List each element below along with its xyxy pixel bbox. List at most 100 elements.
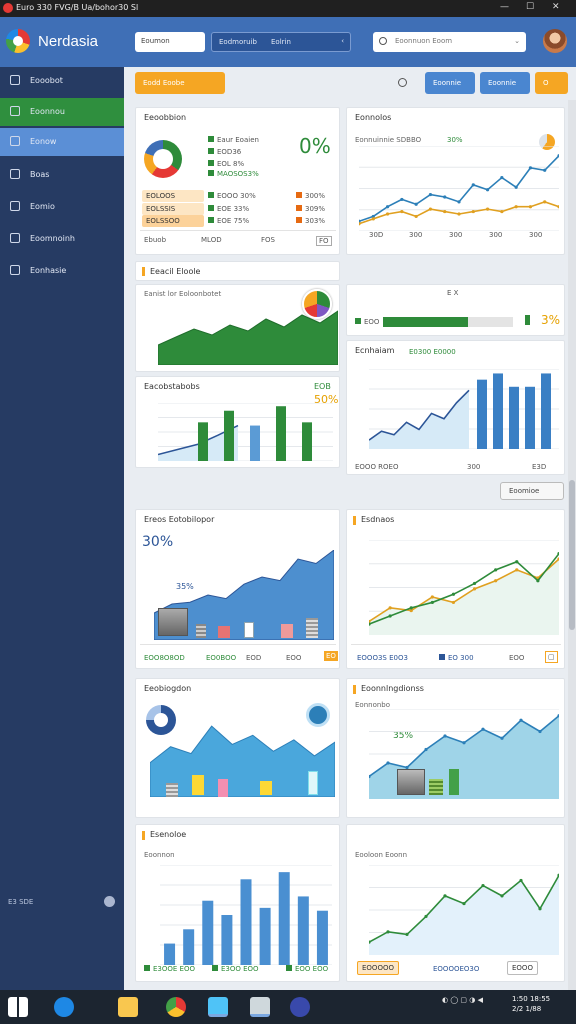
folder-icon[interactable]	[118, 997, 138, 1017]
clock: 1:50 18:55 2/2 1/88	[512, 994, 550, 1014]
footer-item[interactable]: ▢	[545, 651, 558, 663]
bar	[509, 386, 519, 449]
combo-chart	[369, 369, 559, 449]
card-subtitle: Eooloon Eoonn	[355, 851, 408, 859]
workspace-select[interactable]: Eoumon	[135, 32, 205, 52]
filter-select-b: Eolrin	[271, 38, 291, 46]
settings-icon[interactable]	[250, 997, 270, 1017]
sidebar-item-overview[interactable]: Eooobot	[0, 67, 124, 95]
toolbar-button-2[interactable]: Eoonnie	[480, 72, 530, 94]
x-tick: 300	[467, 463, 481, 471]
bar	[297, 896, 309, 965]
progress-value: 3%	[541, 313, 561, 327]
footer-chip[interactable]: EOOOOO	[357, 961, 399, 975]
legend-item: Eaur Eoaien	[208, 136, 259, 144]
search-icon[interactable]	[398, 78, 407, 87]
bar	[250, 425, 260, 461]
sidebar-item-settings[interactable]: Eonhasie	[0, 257, 124, 285]
data-point	[481, 883, 485, 888]
coins-icon	[308, 771, 318, 795]
row-pct: 309%	[296, 205, 325, 213]
x-tick: E3D	[532, 463, 547, 471]
search-input[interactable]: Eoonnuon Eoom ⌄	[373, 32, 526, 52]
app-icon[interactable]	[290, 997, 310, 1017]
footer-item[interactable]: MLOD	[201, 236, 222, 244]
row-chip: EOLSSOO	[142, 215, 204, 227]
x-tick: 300	[489, 231, 503, 239]
system-tray[interactable]: ◐ ◯ ▢ ◑ ◀	[442, 996, 483, 1004]
x-tick: 300	[529, 231, 543, 239]
bar	[316, 910, 328, 965]
row-value: EOE 75%	[208, 217, 249, 225]
bar	[183, 929, 195, 965]
card-percent: 30%	[447, 136, 463, 144]
chrome-icon[interactable]	[166, 997, 186, 1017]
data-point	[514, 205, 518, 209]
windows-start-icon[interactable]	[8, 997, 28, 1017]
filter-select[interactable]: Eodmoruib Eolrin ‹	[211, 32, 351, 52]
coins-icon	[218, 779, 228, 797]
row-value: EOE 33%	[208, 205, 249, 213]
footer-button[interactable]: EOOO	[507, 961, 538, 975]
file-explorer-icon[interactable]	[208, 997, 228, 1017]
grid-icon	[10, 136, 20, 146]
scrollbar[interactable]	[568, 100, 576, 990]
card-subtitle: Eonnuinnie SDBBO	[355, 136, 422, 144]
scrollbar-thumb[interactable]	[569, 480, 575, 630]
bar	[477, 379, 487, 449]
maximize-button[interactable]: ☐	[526, 2, 534, 12]
data-point	[462, 741, 466, 745]
chevron-left-icon: ‹	[341, 37, 344, 45]
sidebar-item-label: Eoomnoinh	[30, 234, 75, 243]
primary-action-button[interactable]: Eodd Eoobe	[135, 72, 225, 94]
data-point	[515, 560, 519, 564]
coins-icon	[196, 624, 206, 638]
toolbar-button-3[interactable]: O	[535, 72, 568, 94]
data-point	[405, 932, 409, 937]
multi-line-card: Esdnaos EOOO3S E0O3 EO 300 EOO ▢	[346, 509, 565, 669]
chevron-down-icon: ⌄	[514, 37, 520, 45]
close-button[interactable]: ✕	[552, 2, 560, 12]
sidebar-item-reports[interactable]: Eoonnou	[0, 98, 124, 126]
footer-item[interactable]: EO	[324, 651, 338, 661]
avatar[interactable]	[543, 29, 567, 53]
card-title: Esdnaos	[361, 515, 395, 524]
bar	[525, 386, 535, 449]
row-pct: 300%	[296, 192, 325, 200]
data-point	[428, 207, 433, 211]
footer-item[interactable]: FOS	[261, 236, 275, 244]
legend-item: MAOSOS3%	[208, 170, 259, 178]
more-button[interactable]: Eoomioe	[500, 482, 564, 500]
sidebar-item-boards[interactable]: Boas	[0, 161, 124, 189]
coins-icon	[281, 624, 293, 638]
sidebar-footer: E3 SDE	[8, 898, 34, 906]
edge-browser-icon[interactable]	[54, 997, 74, 1017]
bar-chart	[158, 403, 333, 461]
sidebar-item-label: Eomio	[30, 202, 55, 211]
legend-item: EOO	[509, 654, 525, 662]
card-title: Eonnolos	[355, 113, 392, 122]
footer-item[interactable]: FO	[316, 236, 332, 246]
data-point	[481, 727, 485, 731]
data-point	[494, 579, 498, 583]
data-point	[500, 736, 504, 740]
progress-label: EOO	[355, 318, 379, 326]
sidebar-item-dashboard[interactable]: Eonow	[0, 128, 124, 156]
data-point	[471, 183, 475, 187]
toolbar-button-3-label: O	[543, 79, 549, 87]
footer-item[interactable]: Ebuob	[144, 236, 166, 244]
section-header: Eeacil Eloole	[135, 261, 340, 281]
data-point	[536, 579, 540, 583]
legend-item: EOD36	[208, 148, 241, 156]
toolbar-button-1[interactable]: Eoonnie	[425, 72, 475, 94]
card-subtitle: E0300 E0000	[409, 348, 456, 356]
minimize-button[interactable]: —	[500, 2, 509, 12]
logo-icon	[6, 29, 30, 53]
help-icon[interactable]	[104, 896, 115, 907]
sidebar-item-media[interactable]: Eomio	[0, 193, 124, 221]
coins-icon	[244, 622, 254, 638]
card-percent-2: EOB	[314, 382, 331, 391]
taskbar	[0, 990, 576, 1024]
sidebar-item-calendar[interactable]: Eoomnoinh	[0, 225, 124, 253]
coins-icon	[306, 618, 318, 638]
